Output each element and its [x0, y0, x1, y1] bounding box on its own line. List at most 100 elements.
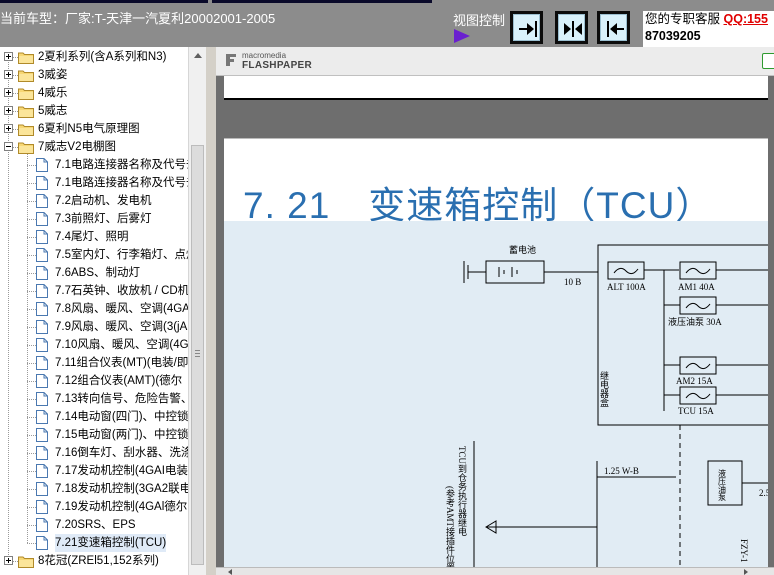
tree-connector: [27, 183, 36, 184]
tree-doc-item[interactable]: 7.11组合仪表(MT)(电装/即: [0, 354, 188, 372]
tree-item-label: 7.9风扇、暖风、空调(3(jA: [55, 321, 188, 333]
tree-doc-item[interactable]: 7.1电路连接器名称及代号去: [0, 156, 198, 174]
expand-icon[interactable]: [4, 70, 13, 79]
tree-doc-item[interactable]: 7.10风扇、暖风、空调(4G: [0, 336, 189, 354]
scroll-up-icon[interactable]: [194, 53, 202, 58]
tree-connector: [27, 507, 36, 508]
fzy-label: FZY-1: [739, 539, 749, 563]
category-tree: 2夏利系列(含A系列和N3) 3威姿 4威乐 5威志 6夏利N5电气原理图 7威志V2电棚…: [0, 47, 208, 575]
tree-doc-item[interactable]: 7.18发动机控制(3GA2联电: [0, 480, 192, 498]
tree-connector: [27, 363, 36, 364]
hand-tool-icon[interactable]: [762, 53, 774, 69]
tree-doc-item[interactable]: 7.13转向信号、危险告警、: [0, 390, 192, 408]
tree-folder-item[interactable]: 8花冠(ZREl51,152系列): [0, 552, 188, 570]
tree-item-label: 7.19发动机控制(4GAl德尔: [55, 501, 188, 513]
folder-icon: [18, 124, 34, 136]
tree-doc-item[interactable]: 7.15电动窗(两门)、中控锁: [0, 426, 189, 444]
folder-icon: [18, 106, 34, 118]
tree-doc-item[interactable]: 7.16倒车灯、刮水器、洗涤: [0, 444, 192, 462]
logo-small-text: macromedia: [242, 51, 287, 60]
tree-folder-item[interactable]: 5威志: [0, 102, 188, 120]
flashpaper-toolbar: macromedia FLASHPAPER: [216, 47, 774, 76]
tree-item-label: 7.10风扇、暖风、空调(4G: [55, 339, 189, 351]
document-icon: [36, 446, 48, 460]
top-stripe: [0, 0, 208, 3]
tree-doc-item[interactable]: 7.12组合仪表(AMT)(德尔: [0, 372, 188, 390]
viewer-right-edge: [768, 76, 774, 567]
tree-doc-item[interactable]: 7.21变速箱控制(TCU): [0, 534, 188, 552]
amt-note: (参考AMT接插件位置: [445, 486, 455, 572]
tree-item-label: 7.15电动窗(两门)、中控锁: [55, 429, 189, 441]
document-icon: [36, 176, 48, 190]
tree-item-label: 7.18发动机控制(3GA2联电: [55, 483, 192, 495]
tree-folder-item[interactable]: 3威姿: [0, 66, 188, 84]
tree-connector: [27, 471, 36, 472]
fuse-am1-label: AM1 40A: [678, 282, 715, 292]
tree-doc-item[interactable]: 7.1电路连接器名称及代号去: [0, 174, 198, 192]
tree-item-label: 7.4尾灯、照明: [55, 231, 129, 243]
tree-item-label: 7.2启动机、发电机: [55, 195, 152, 207]
expand-icon[interactable]: [4, 124, 13, 133]
tree-scroll-thumb[interactable]: [191, 145, 204, 565]
expand-icon[interactable]: [4, 556, 13, 565]
tree-doc-item[interactable]: 7.8风扇、暖风、空调(4GA: [0, 300, 190, 318]
tree-doc-item[interactable]: 7.19发动机控制(4GAl德尔: [0, 498, 188, 516]
tree-doc-item[interactable]: 7.20SRS、EPS: [0, 516, 188, 534]
tree-item-label: 8花冠(ZREl51,152系列): [38, 555, 159, 567]
scroll-left-icon[interactable]: [228, 569, 232, 575]
document-icon: [36, 284, 48, 298]
tree-doc-item[interactable]: 7.14电动窗(四门)、中控锁: [0, 408, 189, 426]
relay-box-label: 继电器盒: [599, 370, 609, 407]
tree-item-label: 4威乐: [38, 87, 68, 99]
tree-doc-item[interactable]: 7.7石英钟、收放机 / CD机: [0, 282, 189, 300]
document-icon: [36, 248, 48, 262]
tree-doc-item[interactable]: 7.3前照灯、后雾灯: [0, 210, 188, 228]
tree-folder-item[interactable]: 4威乐: [0, 84, 188, 102]
tree-doc-item[interactable]: 7.6ABS、制动灯: [0, 264, 188, 282]
document-icon: [36, 158, 48, 172]
document-icon: [36, 464, 48, 478]
tree-item-label: 5威志: [38, 105, 68, 117]
wire-125wb-label: 1.25 W-B: [604, 466, 639, 476]
expand-icon[interactable]: [4, 52, 13, 61]
tree-scrollbar[interactable]: [188, 47, 206, 575]
wiring-diagram-svg: 蓄电池 10 B 继电器盒 ALT 100A AM1 40A 液压油泵 30A …: [445, 244, 774, 575]
tree-doc-item[interactable]: 7.9风扇、暖风、空调(3(jA: [0, 318, 188, 336]
battery-symbol: [485, 260, 545, 284]
collapse-icon[interactable]: [4, 142, 13, 151]
page-bottom-edge: [224, 98, 774, 100]
tree-item-label: 7.8风扇、暖风、空调(4GA: [55, 303, 190, 315]
tree-item-label: 7.21变速箱控制(TCU): [55, 534, 167, 552]
view-split-button[interactable]: [555, 11, 588, 44]
tree-connector: [27, 309, 36, 310]
expand-icon[interactable]: [4, 88, 13, 97]
tree-connector: [27, 291, 36, 292]
tree-connector: [27, 327, 36, 328]
document-icon: [36, 338, 48, 352]
tree-doc-item[interactable]: 7.5室内灯、行李箱灯、点烟: [0, 246, 198, 264]
tree-folder-item[interactable]: 2夏利系列(含A系列和N3): [0, 48, 188, 66]
view-collapse-left-button[interactable]: [597, 11, 630, 44]
tree-folder-item[interactable]: 6夏利N5电气原理图: [0, 120, 188, 138]
view-expand-right-button[interactable]: [510, 11, 543, 44]
tree-doc-item[interactable]: 7.4尾灯、照明: [0, 228, 188, 246]
tree-item-label: 7.3前照灯、后雾灯: [55, 213, 152, 225]
panel-splitter[interactable]: [206, 47, 216, 575]
tree-folder-item[interactable]: 7威志V2电棚图: [0, 138, 188, 156]
tree-connector: [27, 201, 36, 202]
tree-item-label: 7.12组合仪表(AMT)(德尔: [55, 375, 183, 387]
viewer-horizontal-scrollbar[interactable]: [216, 567, 774, 575]
tree-item-label: 7.14电动窗(四门)、中控锁: [55, 411, 189, 423]
fuse-alt-label: ALT 100A: [607, 282, 646, 292]
qq-link[interactable]: QQ:155: [724, 12, 768, 26]
folder-open-icon: [18, 142, 34, 154]
document-icon: [36, 212, 48, 226]
document-icon: [36, 356, 48, 370]
document-icon: [36, 482, 48, 496]
folder-icon: [18, 52, 34, 64]
tree-doc-item[interactable]: 7.2启动机、发电机: [0, 192, 188, 210]
expand-icon[interactable]: [4, 106, 13, 115]
tree-doc-item[interactable]: 7.17发动机控制(4GAI电装: [0, 462, 188, 480]
scroll-right-icon[interactable]: [744, 569, 748, 575]
current-car-label: 当前车型：厂家:T-天津一汽夏利20002001-2005: [0, 11, 276, 26]
